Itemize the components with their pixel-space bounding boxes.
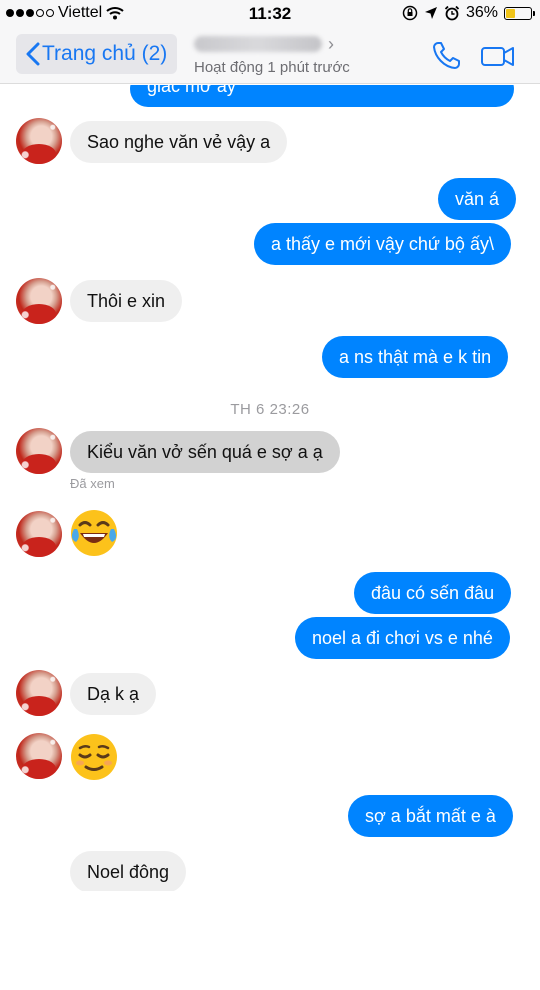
location-arrow-icon xyxy=(424,7,437,19)
blank-area xyxy=(0,891,540,990)
outgoing-message[interactable]: sợ a bắt mất e à xyxy=(348,795,513,837)
alarm-clock-icon xyxy=(444,5,460,21)
battery-icon xyxy=(504,6,535,20)
active-status: Hoạt động 1 phút trước xyxy=(194,59,350,76)
phone-call-icon[interactable] xyxy=(430,40,464,72)
back-button[interactable]: Trang chủ (2) xyxy=(16,34,178,74)
chevron-right-icon: › xyxy=(328,34,334,54)
incoming-message[interactable]: Sao nghe văn vẻ vậy a xyxy=(70,121,288,163)
video-call-icon[interactable] xyxy=(480,40,516,72)
outgoing-message[interactable]: văn á xyxy=(438,178,517,220)
outgoing-message[interactable]: a ns thật mà e k tin xyxy=(322,336,509,378)
seen-receipt: Đã xem xyxy=(70,476,115,491)
back-button-label: Trang chủ (2) xyxy=(42,42,168,65)
incoming-message[interactable]: Thôi e xin xyxy=(70,280,183,322)
avatar[interactable] xyxy=(16,118,62,164)
avatar[interactable] xyxy=(16,670,62,716)
avatar[interactable] xyxy=(16,278,62,324)
status-bar: Viettel 11:32 36% xyxy=(0,0,540,28)
outgoing-message[interactable]: noel a đi chơi vs e nhé xyxy=(295,617,510,659)
incoming-message-selected[interactable]: Kiểu văn vở sến quá e sợ a ạ xyxy=(70,431,340,473)
avatar[interactable] xyxy=(16,428,62,474)
orientation-lock-icon xyxy=(402,5,418,21)
incoming-message[interactable]: Noel đông xyxy=(70,851,187,893)
chevron-left-icon xyxy=(26,42,40,66)
contact-name-blurred xyxy=(194,36,322,52)
outgoing-message[interactable]: đâu có sến đâu xyxy=(354,572,512,614)
status-icons: 36% xyxy=(402,4,535,22)
laughing-tears-emoji[interactable] xyxy=(68,507,120,559)
message-thread[interactable]: giác mơ ấy Sao nghe văn vẻ vậy a văn á a… xyxy=(0,85,540,990)
contact-title[interactable]: › Hoạt động 1 phút trước xyxy=(194,32,384,80)
conversation-header: Trang chủ (2) › Hoạt động 1 phút trước xyxy=(0,28,540,84)
battery-percent: 36% xyxy=(465,4,498,21)
timestamp-divider: TH 6 23:26 xyxy=(230,401,310,418)
outgoing-message[interactable]: giác mơ ấy xyxy=(130,85,514,107)
incoming-message[interactable]: Dạ k ạ xyxy=(70,673,157,715)
avatar[interactable] xyxy=(16,733,62,779)
avatar[interactable] xyxy=(16,511,62,557)
relieved-face-emoji[interactable] xyxy=(68,731,120,783)
outgoing-message[interactable]: a thấy e mới vậy chứ bộ ấy\ xyxy=(254,223,511,265)
